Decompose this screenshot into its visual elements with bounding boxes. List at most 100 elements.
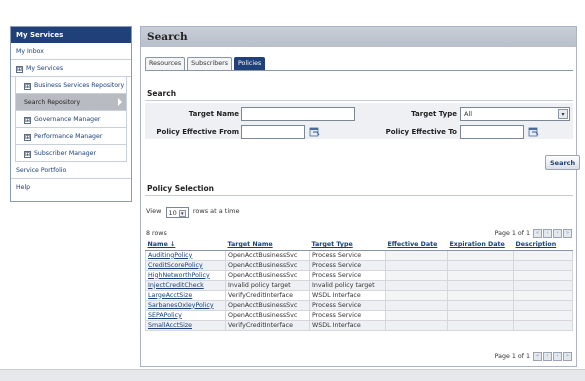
table-cell <box>513 319 573 331</box>
rows-per-page-value: 10 <box>168 209 177 217</box>
policy-name-link[interactable]: InjectCreditCheck <box>148 282 204 289</box>
sidebar-item-help[interactable]: Help <box>11 179 131 196</box>
table-row: LargeAcctSize VerifyCreditInterface WSDL I… <box>145 289 573 301</box>
table-row: SarbanesOxleyPolicy OpenAcctBusinessSvc Pr… <box>145 299 573 311</box>
table-row: HighNetworthPolicy OpenAcctBusinessSvc Pro… <box>145 269 573 281</box>
table-cell: OpenAcctBusinessSvc <box>225 269 310 281</box>
table-cell <box>513 249 573 261</box>
table-cell: OpenAcctBusinessSvc <box>225 309 310 321</box>
table-cell: OpenAcctBusinessSvc <box>225 299 310 311</box>
chevron-down-icon[interactable]: ▾ <box>178 210 186 217</box>
expand-icon[interactable]: ⊞ <box>24 83 31 90</box>
sidebar-item-label: Subscriber Manager <box>34 150 97 157</box>
first-page-icon[interactable]: « <box>533 352 542 361</box>
policy-selection-title: Policy Selection <box>147 184 214 193</box>
policy-name-link[interactable]: CreditScorePolicy <box>148 262 203 269</box>
last-page-icon[interactable]: » <box>563 229 572 238</box>
sidebar-item-label: My Inbox <box>16 48 44 55</box>
policy-effective-to-label: Policy Effective To <box>385 128 457 136</box>
column-header-name[interactable]: Name ↓ <box>145 240 226 251</box>
next-page-icon[interactable]: › <box>553 352 562 361</box>
target-type-select[interactable]: All ▾ <box>460 107 570 121</box>
pager-text: Page 1 of 1 <box>494 230 530 237</box>
selected-arrow-icon <box>118 98 122 106</box>
column-header-expiration-date[interactable]: Expiration Date <box>447 240 514 251</box>
column-header-effective-date[interactable]: Effective Date <box>385 240 448 251</box>
rows-per-page-select[interactable]: 10 ▾ <box>165 207 189 218</box>
table-cell <box>447 319 514 331</box>
policy-effective-from-label: Policy Effective From <box>156 128 239 136</box>
table-cell <box>385 299 448 311</box>
sidebar-subgroup: ⊞ Business Services Repository Search Rep… <box>15 77 127 162</box>
table-cell <box>513 309 573 321</box>
sidebar-item-service-portfolio[interactable]: Service Portfolio <box>11 162 131 179</box>
calendar-icon[interactable] <box>309 126 320 137</box>
next-page-icon[interactable]: › <box>553 229 562 238</box>
policy-name-link[interactable]: SarbanesOxleyPolicy <box>148 302 214 309</box>
expand-icon[interactable]: ⊞ <box>24 151 31 158</box>
chevron-down-icon[interactable]: ▾ <box>558 109 568 119</box>
table-cell: Process Service <box>309 269 386 281</box>
table-cell <box>447 279 514 291</box>
table-cell <box>447 259 514 271</box>
view-prefix: View <box>146 207 162 215</box>
sidebar-item-subscriber-manager[interactable]: ⊞ Subscriber Manager <box>16 145 126 162</box>
column-header-target-type[interactable]: Target Type <box>309 240 386 251</box>
tab-resources[interactable]: Resources <box>145 57 186 70</box>
bottom-bar <box>0 369 585 381</box>
table-cell: WSDL Interface <box>309 319 386 331</box>
table-cell <box>513 269 573 281</box>
policy-name-link[interactable]: SEPAPolicy <box>148 312 182 319</box>
sidebar-item-label: Help <box>16 184 31 191</box>
policy-table-body: AuditingPolicy OpenAcctBusinessSvc Process… <box>145 249 573 331</box>
calendar-icon[interactable] <box>528 126 539 137</box>
sidebar-item-search-repository[interactable]: Search Repository <box>16 94 126 111</box>
policy-name-link[interactable]: HighNetworthPolicy <box>148 272 210 279</box>
sidebar-item-my-inbox[interactable]: My Inbox <box>11 43 131 60</box>
table-cell <box>447 249 514 261</box>
column-header-description[interactable]: Description <box>513 240 573 251</box>
pager-text: Page 1 of 1 <box>494 353 530 360</box>
target-name-input[interactable] <box>241 107 355 121</box>
sidebar-item-governance-manager[interactable]: ⊞ Governance Manager <box>16 111 126 128</box>
table-cell <box>513 299 573 311</box>
prev-page-icon[interactable]: ‹ <box>543 229 552 238</box>
tab-bar: Resources Subscribers Policies <box>145 57 266 70</box>
search-button[interactable]: Search <box>545 155 581 170</box>
table-cell: WSDL Interface <box>309 289 386 301</box>
table-header-row: Name ↓ Target Name Target Type Effective… <box>145 240 573 251</box>
column-header-target-name[interactable]: Target Name <box>225 240 310 251</box>
search-panel: Search Resources Subscribers Policies Se… <box>140 26 581 367</box>
table-cell: Process Service <box>309 299 386 311</box>
expand-icon[interactable]: ⊞ <box>16 66 23 73</box>
table-cell <box>447 309 514 321</box>
last-page-icon[interactable]: » <box>563 352 572 361</box>
table-cell <box>385 259 448 271</box>
table-cell <box>447 289 514 301</box>
table-cell <box>385 279 448 291</box>
table-cell: OpenAcctBusinessSvc <box>225 249 310 261</box>
tab-subscribers[interactable]: Subscribers <box>187 57 232 70</box>
sidebar-item-my-services[interactable]: ⊞ My Services <box>11 60 131 77</box>
sidebar-item-label: Search Repository <box>24 99 81 106</box>
table-cell: Process Service <box>309 259 386 271</box>
expand-icon[interactable]: ⊞ <box>24 117 31 124</box>
table-cell: OpenAcctBusinessSvc <box>225 259 310 271</box>
sidebar-item-performance-manager[interactable]: ⊞ Performance Manager <box>16 128 126 145</box>
policy-effective-from-input[interactable] <box>241 125 305 139</box>
policy-name-link[interactable]: LargeAcctSize <box>148 292 192 299</box>
pager-top: Page 1 of 1 « ‹ › » <box>495 229 572 238</box>
tab-policies[interactable]: Policies <box>233 57 266 70</box>
prev-page-icon[interactable]: ‹ <box>543 352 552 361</box>
target-name-label: Target Name <box>188 110 239 118</box>
table-row: SEPAPolicy OpenAcctBusinessSvc Process Ser… <box>145 309 573 321</box>
policy-effective-to-input[interactable] <box>460 125 524 139</box>
sidebar-item-business-services-repository[interactable]: ⊞ Business Services Repository <box>16 77 126 94</box>
row-count: 8 rows <box>146 230 167 237</box>
table-cell <box>447 269 514 281</box>
expand-icon[interactable]: ⊞ <box>24 134 31 141</box>
policy-name-link[interactable]: AuditingPolicy <box>148 252 192 259</box>
policy-name-link[interactable]: SmallAcctSize <box>148 322 192 329</box>
first-page-icon[interactable]: « <box>533 229 542 238</box>
form-row-target: Target Name Target Type All ▾ <box>145 106 573 124</box>
